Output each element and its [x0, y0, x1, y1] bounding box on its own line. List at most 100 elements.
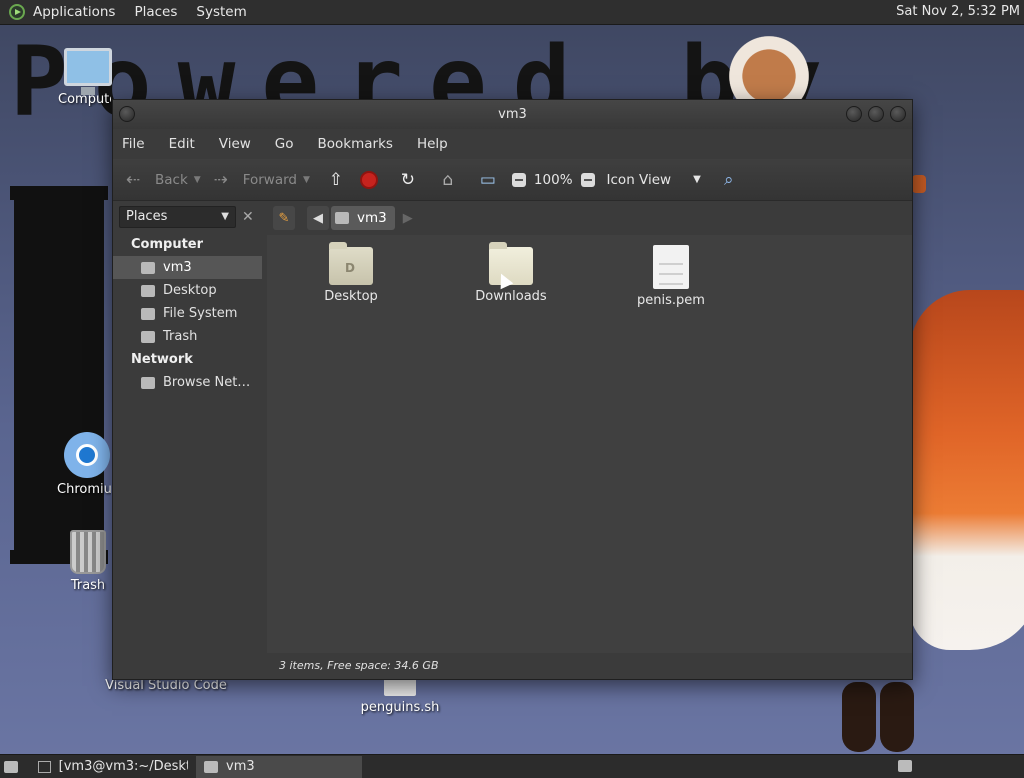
- close-icon[interactable]: ✕: [242, 209, 254, 225]
- distro-logo-icon[interactable]: [9, 4, 25, 20]
- fox-leg-art: [880, 682, 914, 752]
- trash-icon: [70, 530, 106, 574]
- desktop-icon-vscode[interactable]: Visual Studio Code: [104, 678, 228, 693]
- menu-places[interactable]: Places: [134, 4, 177, 20]
- edit-location-icon[interactable]: ✎: [273, 206, 295, 230]
- back-label: Back: [155, 171, 188, 188]
- sidebar-item-desktop[interactable]: Desktop: [113, 279, 262, 302]
- stop-icon[interactable]: [359, 170, 378, 189]
- window-title: vm3: [498, 107, 527, 122]
- desktop-icon-penguins[interactable]: penguins.sh: [355, 678, 445, 715]
- menu-view[interactable]: View: [219, 136, 251, 152]
- wallpaper-letter: L: [10, 186, 108, 564]
- file-manager-window: vm3 File Edit View Go Bookmarks Help ⇠ B…: [112, 99, 913, 680]
- file-view: D Desktop Downloads penis.pem: [267, 235, 912, 653]
- taskbar: [vm3@vm3:~/Deskt… vm3: [0, 754, 1024, 778]
- window-titlebar[interactable]: vm3: [113, 100, 912, 129]
- home-icon[interactable]: ⌂: [438, 170, 458, 190]
- sidebar-item-label: vm3: [163, 260, 192, 275]
- sidebar-item-trash[interactable]: Trash: [113, 325, 262, 348]
- forward-arrow-icon: ⇢: [213, 169, 228, 190]
- menu-bookmarks[interactable]: Bookmarks: [318, 136, 393, 152]
- sidebar-item-vm3[interactable]: vm3: [113, 256, 262, 279]
- toolbar: ⇠ Back ▼ ⇢ Forward ▼ ⇧ ↻ ⌂ ▭ 100% Icon V…: [113, 159, 912, 201]
- sidebar: Places ▼ ✕ Computer vm3 Desktop File Sys…: [113, 201, 262, 679]
- back-arrow-icon: ⇠: [125, 169, 141, 190]
- desktop-icon-chromium[interactable]: Chromium: [57, 432, 117, 497]
- home-folder-icon: [335, 212, 349, 224]
- file-name: penis.pem: [637, 293, 705, 308]
- sidebar-item-label: File System: [163, 306, 238, 321]
- back-button[interactable]: ⇠ Back ▼: [123, 170, 211, 190]
- network-icon: [141, 376, 155, 389]
- desktop-icon-label: Chromium: [57, 482, 111, 497]
- sidebar-item-label: Desktop: [163, 283, 217, 298]
- desktop-icon-trash[interactable]: Trash: [58, 530, 118, 593]
- drive-icon: [141, 307, 155, 320]
- chevron-down-icon[interactable]: ▼: [303, 175, 310, 185]
- monitor-icon: [64, 48, 112, 95]
- terminal-icon: [38, 760, 51, 773]
- search-icon[interactable]: ⌕: [719, 170, 739, 190]
- chevron-down-icon: ▼: [221, 211, 229, 222]
- workspace-switcher-icon[interactable]: [898, 760, 912, 772]
- clock[interactable]: Sat Nov 2, 5:32 PM: [896, 4, 1020, 19]
- desktop-icon-computer[interactable]: Computer: [58, 48, 118, 107]
- sidebar-select-label: Places: [126, 209, 168, 224]
- taskbar-item-vm3[interactable]: vm3: [196, 755, 362, 778]
- zoom-in-icon[interactable]: [580, 172, 595, 187]
- file-item-desktop[interactable]: D Desktop: [296, 242, 406, 304]
- menu-file[interactable]: File: [122, 136, 145, 152]
- up-arrow-icon[interactable]: ⇧: [326, 170, 346, 190]
- window-menu-icon[interactable]: [119, 106, 135, 122]
- sidebar-item-filesystem[interactable]: File System: [113, 302, 262, 325]
- taskbar-item-label: vm3: [226, 759, 255, 774]
- fox-ear-art: [912, 175, 926, 193]
- forward-button[interactable]: ⇢ Forward ▼: [211, 170, 320, 190]
- file-name: Desktop: [324, 289, 378, 304]
- menu-system[interactable]: System: [196, 4, 246, 20]
- script-file-icon: [384, 678, 416, 696]
- sidebar-item-label: Browse Net…: [163, 375, 251, 390]
- chromium-icon: [64, 432, 110, 478]
- view-mode-label: Icon View: [606, 171, 672, 188]
- taskbar-item-terminal[interactable]: [vm3@vm3:~/Deskt…: [30, 756, 196, 778]
- chevron-down-icon[interactable]: ▼: [194, 175, 201, 185]
- window-body: Places ▼ ✕ Computer vm3 Desktop File Sys…: [113, 201, 912, 679]
- reload-icon[interactable]: ↻: [398, 170, 418, 190]
- file-item-downloads[interactable]: Downloads: [456, 242, 566, 304]
- forward-label: Forward: [242, 171, 297, 188]
- home-folder-icon: [141, 261, 155, 274]
- sidebar-item-browse-network[interactable]: Browse Net…: [113, 371, 262, 394]
- top-panel: Applications Places System Sat Nov 2, 5:…: [0, 0, 1024, 25]
- breadcrumb-label: vm3: [357, 210, 387, 226]
- fox-tail-art: [910, 290, 1024, 650]
- menu-go[interactable]: Go: [275, 136, 294, 152]
- minimize-button[interactable]: [846, 106, 862, 122]
- path-right-arrow-icon[interactable]: ▶: [397, 206, 419, 230]
- taskbar-item-label: [vm3@vm3:~/Deskt…: [58, 759, 188, 774]
- maximize-button[interactable]: [868, 106, 884, 122]
- folder-icon: D: [329, 242, 373, 285]
- fox-head-art: [724, 28, 814, 108]
- close-button[interactable]: [890, 106, 906, 122]
- path-left-arrow-icon[interactable]: ◀: [307, 206, 329, 230]
- menu-applications[interactable]: Applications: [33, 4, 115, 20]
- breadcrumb-vm3[interactable]: vm3: [331, 206, 395, 230]
- zoom-out-icon[interactable]: [511, 172, 526, 187]
- menubar: File Edit View Go Bookmarks Help: [113, 129, 912, 159]
- zoom-level: 100%: [533, 171, 573, 188]
- desktop-icon-label: Trash: [70, 578, 106, 593]
- text-document-icon: [653, 245, 689, 289]
- sidebar-section-computer: Computer: [131, 237, 204, 252]
- fox-leg-art: [842, 682, 876, 752]
- menu-help[interactable]: Help: [417, 136, 448, 152]
- computer-icon[interactable]: ▭: [478, 170, 498, 190]
- sidebar-places-select[interactable]: Places ▼: [119, 206, 236, 228]
- view-mode-select[interactable]: Icon View ▼: [607, 172, 701, 188]
- show-desktop-icon[interactable]: [4, 760, 18, 773]
- chevron-down-icon: ▼: [693, 174, 701, 185]
- trash-icon: [141, 330, 155, 343]
- file-item-pem[interactable]: penis.pem: [616, 245, 726, 308]
- menu-edit[interactable]: Edit: [169, 136, 195, 152]
